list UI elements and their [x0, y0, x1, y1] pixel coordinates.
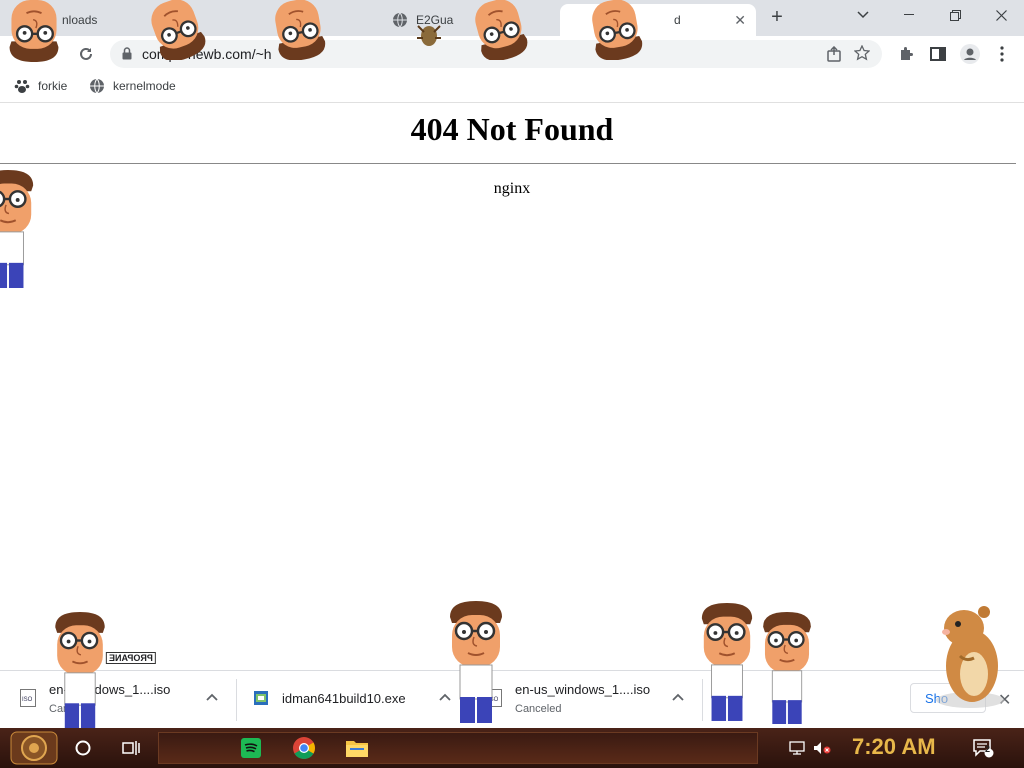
extensions-button[interactable] [896, 44, 916, 64]
download-filename: en-us_windows_1....iso [515, 682, 651, 697]
bug-icon [417, 25, 441, 46]
close-window-button[interactable] [978, 0, 1024, 30]
cartoon-figure-sprite [50, 612, 110, 728]
cartoon-figure-sprite [0, 170, 38, 288]
propane-sign: PROPANE [106, 652, 156, 664]
globe-icon [90, 78, 104, 94]
start-orb-icon [10, 731, 58, 765]
download-status: Canceled [515, 703, 562, 715]
bookmark-star-icon[interactable] [854, 45, 870, 61]
download-shelf: ISO en-_windows_1....iso Canc idman641bu… [0, 670, 1024, 729]
share-icon[interactable] [826, 46, 842, 62]
chevron-up-icon[interactable] [204, 689, 220, 705]
reload-icon [80, 47, 92, 60]
volume-muted-icon [814, 742, 831, 754]
notification-count: 2 [985, 744, 991, 754]
bookmark-forkie[interactable]: forkie [14, 78, 67, 94]
tab-search-button[interactable] [840, 0, 886, 30]
close-tab-icon[interactable]: ✕ [734, 12, 746, 29]
action-center-button[interactable]: 2 [970, 728, 996, 768]
bookmarks-bar: forkie kernelmode [0, 72, 1024, 103]
start-button[interactable] [4, 728, 64, 768]
download-filename: idman641build10.exe [282, 691, 406, 706]
chrome-icon [293, 737, 315, 759]
volume-tray-icon[interactable] [812, 728, 832, 768]
page-title: 404 Not Found [410, 111, 614, 147]
reload-button[interactable] [74, 42, 98, 66]
chevron-up-icon[interactable] [670, 689, 686, 705]
download-item[interactable]: ISO en-_windows_1....iso Canc [0, 671, 236, 729]
cartoon-figure-sprite [698, 600, 756, 724]
chrome-taskbar-button[interactable] [286, 728, 322, 768]
server-signature: nginx [493, 180, 531, 197]
restore-icon [949, 9, 961, 21]
side-panel-button[interactable] [928, 44, 948, 64]
task-view-icon [122, 741, 140, 755]
paw-icon [14, 80, 30, 93]
page-content: 404 Not Found nginx [0, 103, 1024, 670]
cartoon-figure-sprite [758, 612, 816, 724]
search-button[interactable] [70, 728, 96, 768]
propane-sign-text: PROPANE [109, 653, 153, 663]
cartoon-head-sprite [8, 0, 60, 62]
hamster-sprite [936, 606, 1004, 708]
network-icon [789, 741, 805, 755]
bookmark-label: forkie [38, 79, 68, 93]
task-view-button[interactable] [118, 728, 144, 768]
close-icon [995, 9, 1007, 21]
menu-button[interactable] [992, 44, 1012, 64]
taskbar: 7:20 AM 2 [0, 728, 1024, 768]
spotify-taskbar-button[interactable] [234, 728, 268, 768]
cartoon-figure-sprite [446, 600, 506, 724]
bookmark-label: kernelmode [113, 79, 176, 93]
side-panel-icon [930, 47, 946, 61]
cortana-circle-icon [75, 740, 91, 756]
puzzle-icon [901, 47, 913, 60]
folder-icon [346, 741, 368, 757]
cartoon-head-sprite [468, 0, 532, 60]
avatar-icon [960, 44, 980, 64]
minimize-button[interactable] [886, 0, 932, 30]
bookmark-kernelmode[interactable]: kernelmode [89, 78, 176, 94]
minimize-icon [904, 14, 914, 15]
exe-file-icon [254, 691, 268, 705]
globe-icon [393, 12, 407, 28]
notification-icon [973, 739, 994, 758]
network-tray-icon[interactable] [788, 728, 806, 768]
download-item[interactable]: idman641build10.exe [233, 671, 469, 729]
file-explorer-taskbar-button[interactable] [340, 728, 374, 768]
chevron-down-icon [857, 11, 869, 19]
divider [0, 163, 1016, 164]
kebab-menu-icon [1000, 46, 1004, 62]
spotify-icon [241, 738, 261, 758]
profile-button[interactable] [960, 44, 980, 64]
cartoon-head-sprite [269, 0, 329, 60]
svg-text:ISO: ISO [22, 697, 33, 703]
cartoon-head-sprite [143, 0, 211, 60]
new-tab-button[interactable]: + [766, 6, 788, 28]
iso-file-icon: ISO [20, 689, 36, 707]
taskbar-clock[interactable]: 7:20 AM [852, 734, 936, 760]
cartoon-head-sprite [586, 0, 646, 60]
restore-button[interactable] [932, 0, 978, 30]
